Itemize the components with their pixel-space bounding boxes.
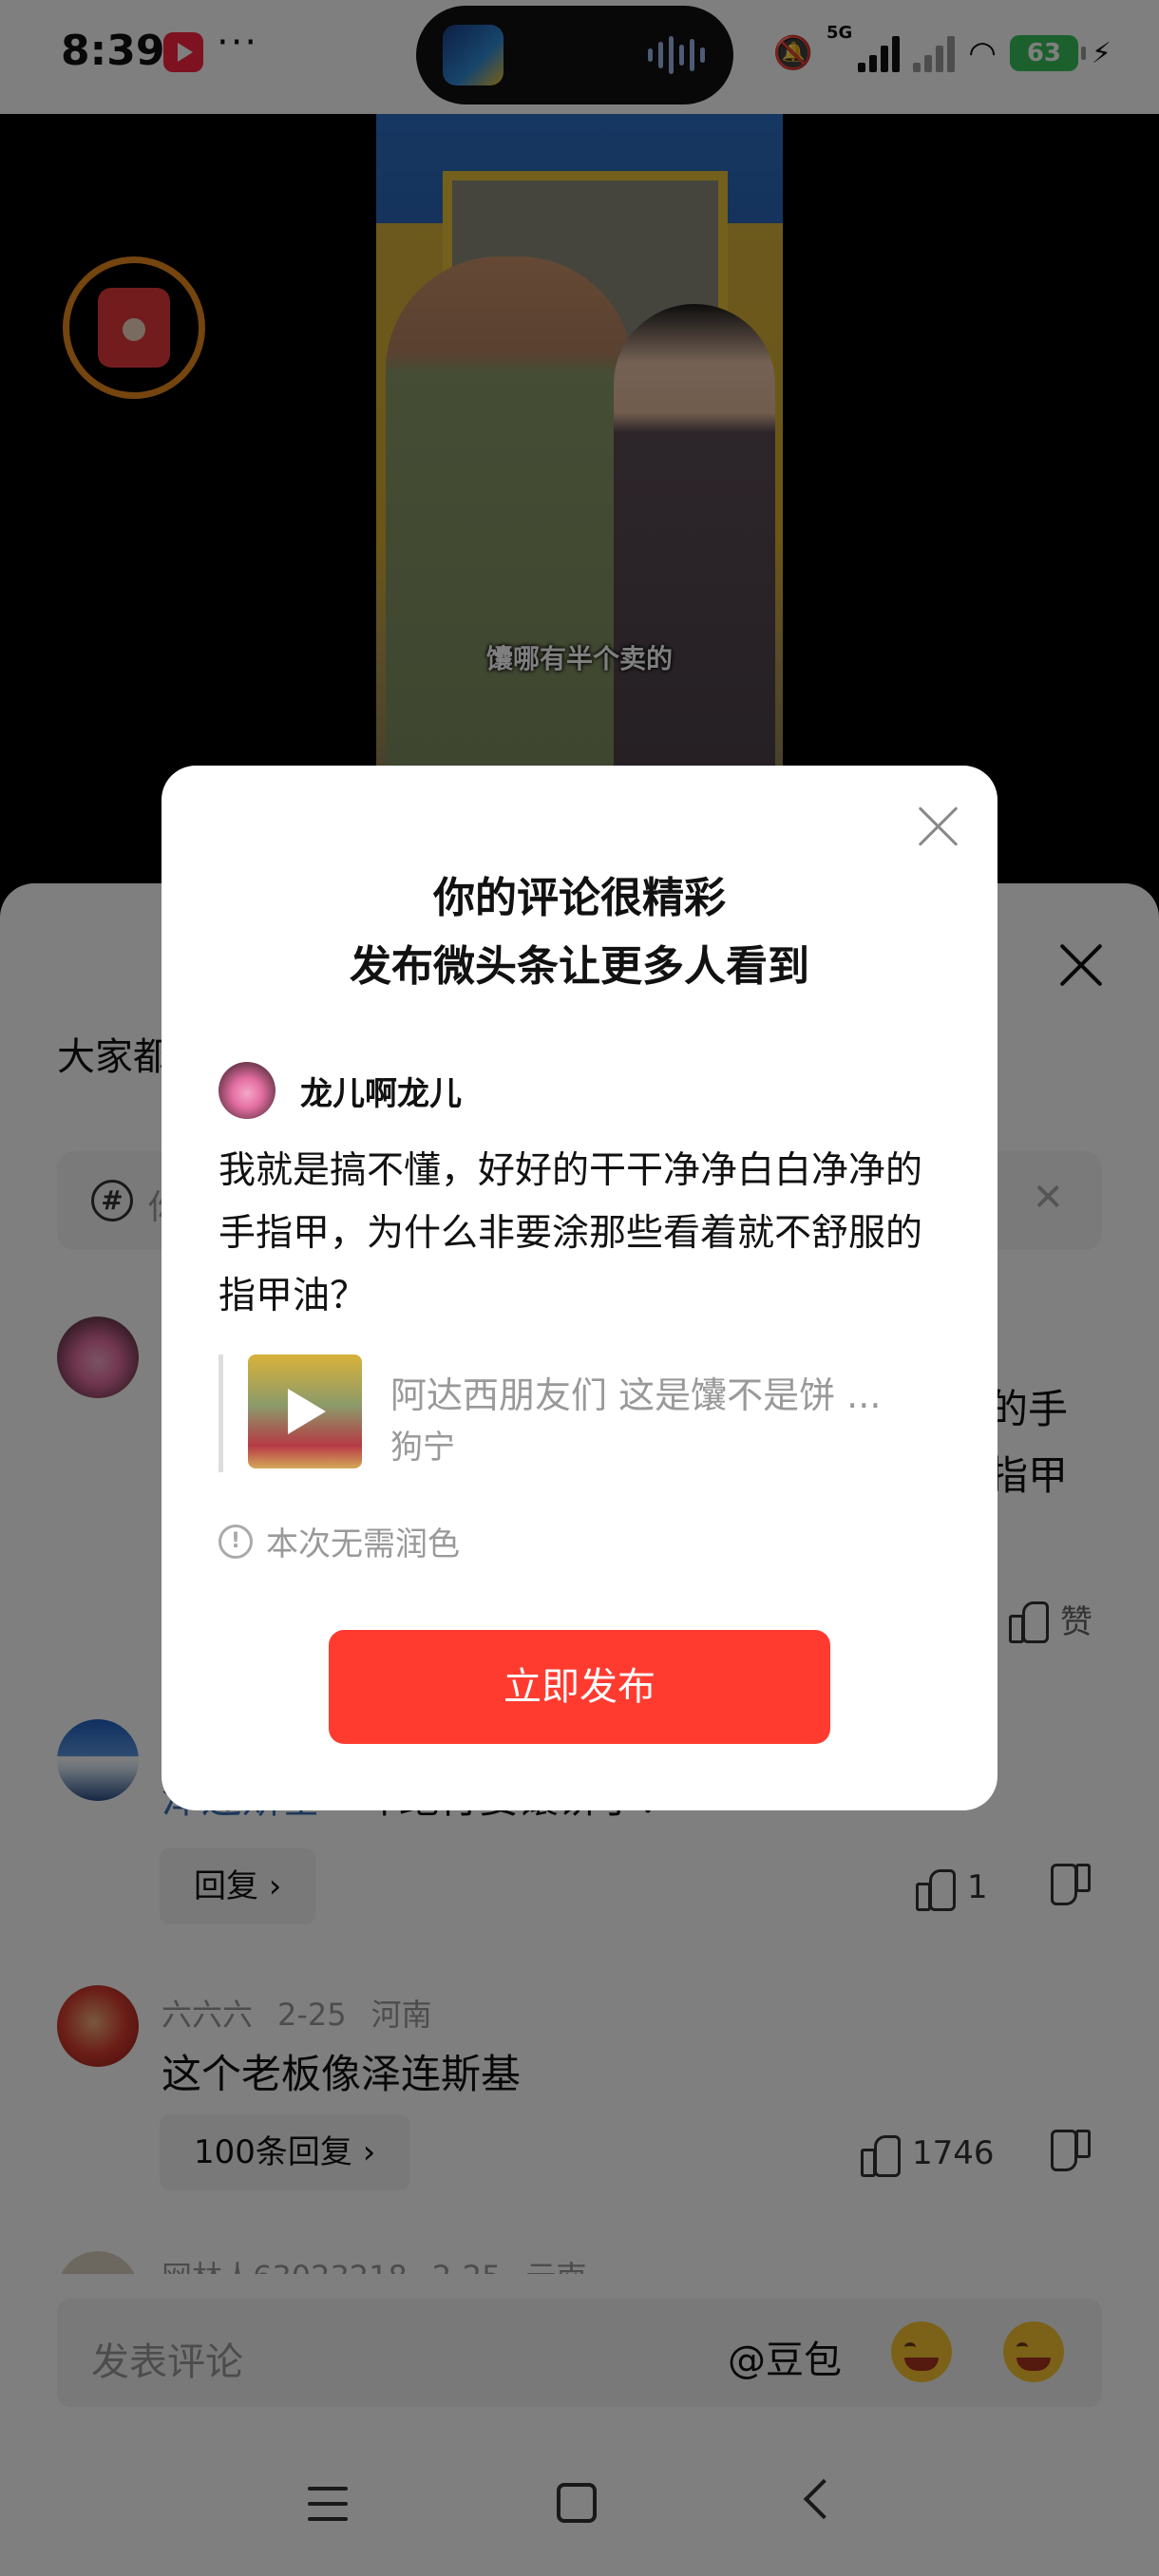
publish-dialog: 你的评论很精彩 发布微头条让更多人看到 龙儿啊龙儿 我就是搞不懂，好好的干干净净…	[162, 766, 998, 1810]
quoted-video-thumbnail	[248, 1354, 362, 1468]
polish-notice: ! 本次无需润色	[218, 1518, 460, 1564]
quoted-video-author: 狗宁	[390, 1429, 455, 1467]
dialog-title-line1: 你的评论很精彩	[433, 874, 726, 922]
dialog-title-line2: 发布微头条让更多人看到	[350, 942, 809, 991]
author-avatar	[218, 1062, 276, 1119]
publish-button[interactable]: 立即发布	[329, 1630, 830, 1744]
quoted-video: 阿达西朋友们 这是馕不是饼 ... 狗宁	[218, 1354, 950, 1472]
info-icon: !	[218, 1524, 253, 1559]
polish-notice-text: 本次无需润色	[266, 1525, 460, 1563]
author-name: 龙儿啊龙儿	[300, 1075, 462, 1113]
dialog-title: 你的评论很精彩 发布微头条让更多人看到	[162, 864, 998, 1001]
close-icon[interactable]	[918, 805, 960, 847]
comment-preview: 我就是搞不懂，好好的干干净净白白净净的手指甲，为什么非要涂那些看着就不舒服的指甲…	[218, 1149, 923, 1317]
play-icon	[288, 1389, 326, 1434]
quoted-video-title: 阿达西朋友们 这是馕不是饼 ...	[390, 1374, 882, 1416]
